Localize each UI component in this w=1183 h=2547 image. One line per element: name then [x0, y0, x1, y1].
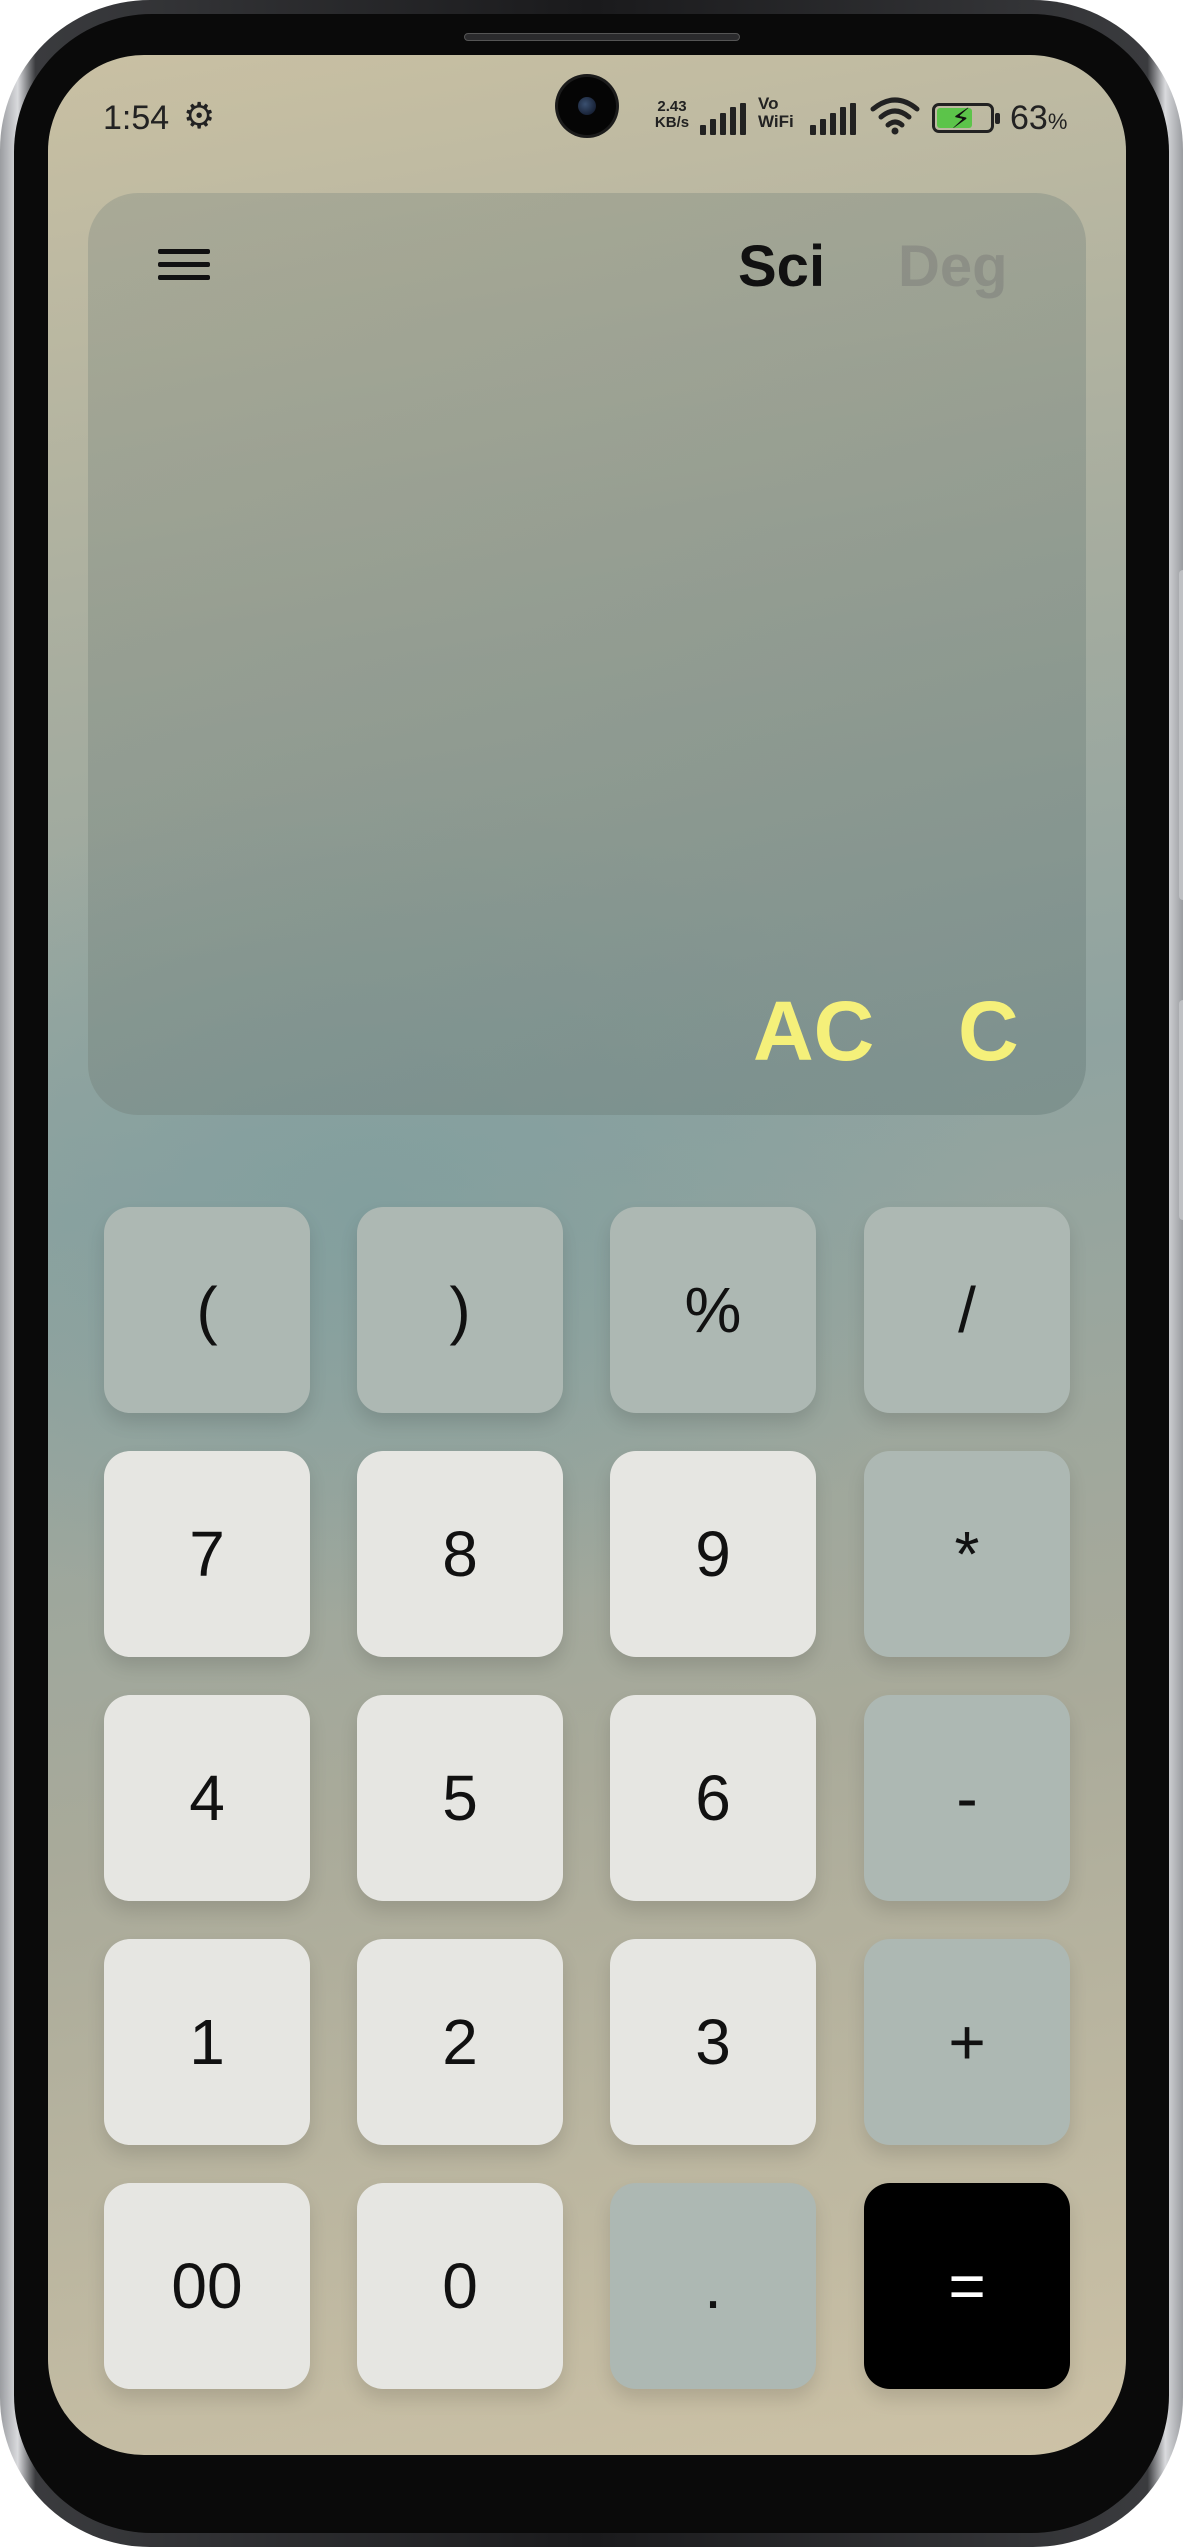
key-3[interactable]: 3 — [610, 1939, 816, 2145]
volume-button — [1179, 570, 1183, 900]
key-close-paren[interactable]: ) — [357, 1207, 563, 1413]
network-speed-value: 2.43 — [657, 98, 687, 115]
power-button — [1179, 1000, 1183, 1220]
key-5[interactable]: 5 — [357, 1695, 563, 1901]
battery-percent: 63% — [1010, 99, 1067, 138]
front-camera — [558, 77, 616, 135]
key-plus[interactable]: + — [864, 1939, 1070, 2145]
all-clear-button[interactable]: AC — [753, 983, 874, 1080]
earpiece-speaker — [464, 33, 740, 41]
charging-icon: ⚡ — [951, 103, 971, 134]
key-percent[interactable]: % — [610, 1207, 816, 1413]
key-0[interactable]: 0 — [357, 2183, 563, 2389]
sci-mode-toggle[interactable]: Sci — [738, 233, 825, 300]
key-7[interactable]: 7 — [104, 1451, 310, 1657]
vowifi-indicator: Vo WiFi — [758, 95, 804, 131]
key-divide[interactable]: / — [864, 1207, 1070, 1413]
hamburger-menu-icon[interactable] — [158, 245, 210, 285]
screen: 1:54 ⚙ 2.43 KB/s Vo WiFi ⚡ 63% Sci Deg A… — [48, 55, 1126, 2455]
key-decimal[interactable]: . — [610, 2183, 816, 2389]
battery-percent-value: 63 — [1010, 99, 1048, 137]
battery-percent-sign: % — [1047, 109, 1068, 134]
signal-icon — [700, 103, 750, 135]
gear-icon: ⚙ — [183, 95, 216, 136]
key-6[interactable]: 6 — [610, 1695, 816, 1901]
network-speed: 2.43 KB/s — [650, 99, 694, 131]
clear-button[interactable]: C — [958, 983, 1019, 1080]
key-4[interactable]: 4 — [104, 1695, 310, 1901]
key-minus[interactable]: - — [864, 1695, 1070, 1901]
status-time: 1:54 — [103, 99, 170, 137]
phone-frame: 1:54 ⚙ 2.43 KB/s Vo WiFi ⚡ 63% Sci Deg A… — [0, 0, 1183, 2547]
wifi-icon — [870, 97, 920, 135]
deg-mode-toggle[interactable]: Deg — [898, 233, 1008, 300]
status-bar: 1:54 ⚙ 2.43 KB/s Vo WiFi ⚡ 63% — [48, 55, 1126, 175]
key-equals[interactable]: = — [864, 2183, 1070, 2389]
vowifi-bottom: WiFi — [758, 112, 794, 131]
key-9[interactable]: 9 — [610, 1451, 816, 1657]
signal-icon-2 — [810, 103, 860, 135]
key-multiply[interactable]: * — [864, 1451, 1070, 1657]
calculator-display: Sci Deg AC C — [88, 193, 1086, 1115]
network-speed-unit: KB/s — [654, 114, 690, 131]
key-1[interactable]: 1 — [104, 1939, 310, 2145]
key-2[interactable]: 2 — [357, 1939, 563, 2145]
key-8[interactable]: 8 — [357, 1451, 563, 1657]
key-open-paren[interactable]: ( — [104, 1207, 310, 1413]
vowifi-top: Vo — [758, 94, 779, 113]
key-00[interactable]: 00 — [104, 2183, 310, 2389]
battery-icon: ⚡ — [932, 103, 1000, 134]
